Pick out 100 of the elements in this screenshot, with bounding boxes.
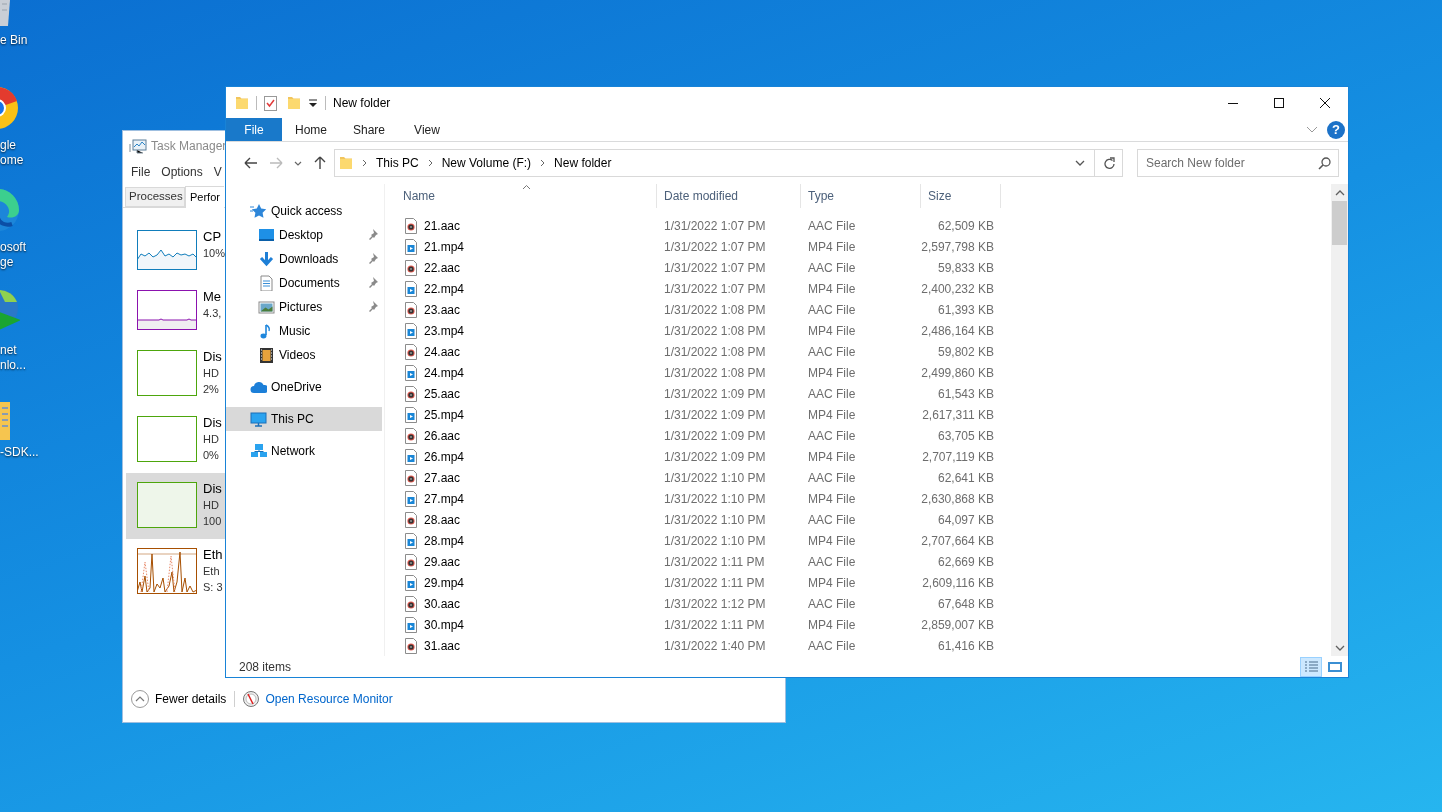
audio-file-icon: [405, 469, 417, 486]
file-row[interactable]: 23.mp4 1/31/2022 1:08 PM MP4 File 2,486,164 KB: [385, 320, 1001, 341]
address-bar[interactable]: This PC New Volume (F:) New folder: [334, 149, 1123, 177]
desktop-icon-label[interactable]: -SDK...: [0, 445, 39, 460]
breadcrumb[interactable]: This PC: [376, 154, 419, 172]
size-cell-text: 59,833 KB: [936, 259, 995, 277]
video-file-icon: [405, 238, 417, 255]
file-row[interactable]: 25.mp4 1/31/2022 1:09 PM MP4 File 2,617,311 KB: [385, 404, 1001, 425]
file-name: 24.mp4: [424, 364, 465, 382]
file-name: 25.mp4: [424, 406, 465, 424]
size-cell-text: 2,499,860 KB: [921, 364, 995, 382]
file-row[interactable]: 31.aac 1/31/2022 1:40 PM AAC File 61,416 KB: [385, 635, 1001, 656]
date-cell-text: 1/31/2022 1:07 PM: [663, 280, 767, 298]
column-header[interactable]: Size: [921, 184, 1001, 208]
item-detail: Eth: [203, 564, 221, 579]
menu-item[interactable]: Options: [158, 163, 206, 181]
ribbon-tab[interactable]: Home: [282, 118, 340, 141]
file-name: 23.mp4: [424, 322, 465, 340]
desktop-icon-label[interactable]: e Bin: [0, 33, 28, 48]
file-row[interactable]: 26.mp4 1/31/2022 1:09 PM MP4 File 2,707,119 KB: [385, 446, 1001, 467]
file-row[interactable]: 30.aac 1/31/2022 1:12 PM AAC File 67,648 KB: [385, 593, 1001, 614]
desktop-icon-label[interactable]: osoft ge: [0, 240, 26, 270]
help-button[interactable]: ?: [1327, 120, 1345, 139]
file-row[interactable]: 21.mp4 1/31/2022 1:07 PM MP4 File 2,597,798 KB: [385, 236, 1001, 257]
file-row[interactable]: 21.aac 1/31/2022 1:07 PM AAC File 62,509 KB: [385, 215, 1001, 236]
breadcrumb[interactable]: New Volume (F:): [441, 154, 532, 172]
navigation-label: Desktop: [279, 227, 324, 244]
navigation-item[interactable]: OneDrive: [226, 375, 382, 399]
file-row[interactable]: 27.mp4 1/31/2022 1:10 PM MP4 File 2,630,868 KB: [385, 488, 1001, 509]
navigation-label: Network: [271, 443, 315, 460]
task-manager-icon: [129, 138, 147, 154]
file-row[interactable]: 22.aac 1/31/2022 1:07 PM AAC File 59,833 KB: [385, 257, 1001, 278]
size-cell-text: 61,416 KB: [936, 637, 995, 655]
navigation-item[interactable]: Downloads: [226, 247, 382, 271]
file-row[interactable]: 24.aac 1/31/2022 1:08 PM AAC File 59,802 KB: [385, 341, 1001, 362]
navigation-item[interactable]: Videos: [226, 343, 382, 367]
ribbon-tab[interactable]: View: [398, 118, 456, 141]
date-cell-text: 1/31/2022 1:07 PM: [663, 238, 767, 256]
video-file-icon: [405, 364, 417, 381]
column-header[interactable]: Name: [385, 184, 657, 208]
file-row[interactable]: 28.aac 1/31/2022 1:10 PM AAC File 64,097 KB: [385, 509, 1001, 530]
search-field[interactable]: Search New folder: [1137, 149, 1339, 177]
resource-monitor-link[interactable]: Open Resource Monitor: [265, 690, 393, 708]
file-row[interactable]: 26.aac 1/31/2022 1:09 PM AAC File 63,705 KB: [385, 425, 1001, 446]
type-cell-text: MP4 File: [807, 280, 857, 298]
file-row[interactable]: 29.mp4 1/31/2022 1:11 PM MP4 File 2,609,116 KB: [385, 572, 1001, 593]
item-detail: HD: [203, 432, 220, 447]
file-row[interactable]: 22.mp4 1/31/2022 1:07 PM MP4 File 2,400,232 KB: [385, 278, 1001, 299]
desktop-icon-label[interactable]: gle ome: [0, 138, 24, 168]
breadcrumb[interactable]: New folder: [554, 154, 612, 172]
file-menu-button[interactable]: File: [226, 118, 282, 141]
column-header[interactable]: Type: [801, 184, 921, 208]
date-cell-text: 1/31/2022 1:11 PM: [663, 574, 766, 592]
ribbon-tab[interactable]: Share: [340, 118, 398, 141]
desktop-icon-label[interactable]: net nlo...: [0, 343, 26, 373]
size-cell-text: 67,648 KB: [936, 595, 995, 613]
menu-item[interactable]: File: [128, 163, 154, 181]
type-cell-text: AAC File: [807, 259, 857, 277]
date-cell-text: 1/31/2022 1:08 PM: [663, 364, 767, 382]
window-title: Task Manager: [151, 138, 227, 155]
navigation-item[interactable]: This PC: [226, 407, 382, 431]
tab[interactable]: Processes: [125, 187, 185, 207]
archive-icon: [0, 400, 10, 440]
scrollbar[interactable]: [1331, 184, 1348, 656]
item-title: CP: [203, 229, 223, 245]
collapse-icon: [131, 690, 149, 708]
navigation-item[interactable]: Pictures: [226, 295, 382, 319]
menu-item[interactable]: V: [210, 163, 225, 181]
size-cell-text: 62,669 KB: [936, 553, 995, 571]
navigation-label: Quick access: [271, 203, 343, 220]
view-toggle[interactable]: [1300, 656, 1322, 677]
audio-file-icon: [405, 511, 417, 528]
item-detail: HD: [203, 366, 220, 381]
scrollbar-thumb[interactable]: [1332, 201, 1347, 245]
file-row[interactable]: 27.aac 1/31/2022 1:10 PM AAC File 62,641 KB: [385, 467, 1001, 488]
file-row[interactable]: 28.mp4 1/31/2022 1:10 PM MP4 File 2,707,664 KB: [385, 530, 1001, 551]
type-cell-text: MP4 File: [807, 616, 857, 634]
type-cell-text: AAC File: [807, 511, 857, 529]
file-row[interactable]: 30.mp4 1/31/2022 1:11 PM MP4 File 2,859,007 KB: [385, 614, 1001, 635]
scroll-up-icon: [1334, 190, 1345, 196]
fewer-details-button[interactable]: Fewer details: [155, 690, 227, 708]
navigation-item[interactable]: Desktop: [226, 223, 382, 247]
navigation-item[interactable]: Quick access: [226, 199, 382, 223]
tab[interactable]: Perfor: [185, 186, 224, 208]
navigation-label: This PC: [271, 411, 314, 428]
audio-file-icon: [405, 385, 417, 402]
file-row[interactable]: 29.aac 1/31/2022 1:11 PM AAC File 62,669 KB: [385, 551, 1001, 572]
column-header[interactable]: Date modified: [657, 184, 801, 208]
navigation-item[interactable]: Documents: [226, 271, 382, 295]
file-row[interactable]: 23.aac 1/31/2022 1:08 PM AAC File 61,393 KB: [385, 299, 1001, 320]
navigation-item[interactable]: Music: [226, 319, 382, 343]
navigation-item[interactable]: Network: [226, 439, 382, 463]
expand-ribbon-icon: [1306, 126, 1318, 133]
file-row[interactable]: 25.aac 1/31/2022 1:09 PM AAC File 61,543 KB: [385, 383, 1001, 404]
date-cell-text: 1/31/2022 1:07 PM: [663, 217, 767, 235]
chevron-right-icon: [362, 159, 367, 167]
performance-item[interactable]: Dis HD 100: [126, 473, 225, 539]
video-file-icon: [405, 616, 417, 633]
date-cell-text: 1/31/2022 1:08 PM: [663, 301, 767, 319]
file-row[interactable]: 24.mp4 1/31/2022 1:08 PM MP4 File 2,499,860 KB: [385, 362, 1001, 383]
